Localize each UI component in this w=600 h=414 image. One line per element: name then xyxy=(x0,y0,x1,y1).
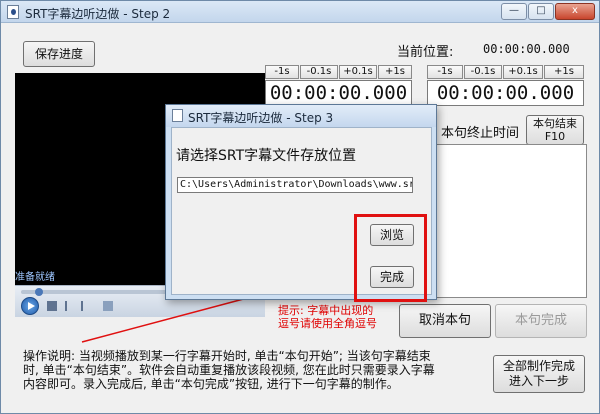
save-path-input[interactable]: C:\Users\Administrator\Downloads\www.srt xyxy=(177,177,413,193)
highlight-box xyxy=(354,214,427,302)
dialog-app-icon xyxy=(172,109,183,122)
dialog-prompt: 请选择SRT字幕文件存放位置 xyxy=(176,148,357,164)
dialog-title: SRT字幕边听边做 - Step 3 xyxy=(188,111,334,125)
dialog-title-bar: SRT字幕边听边做 - Step 3 xyxy=(166,105,436,127)
